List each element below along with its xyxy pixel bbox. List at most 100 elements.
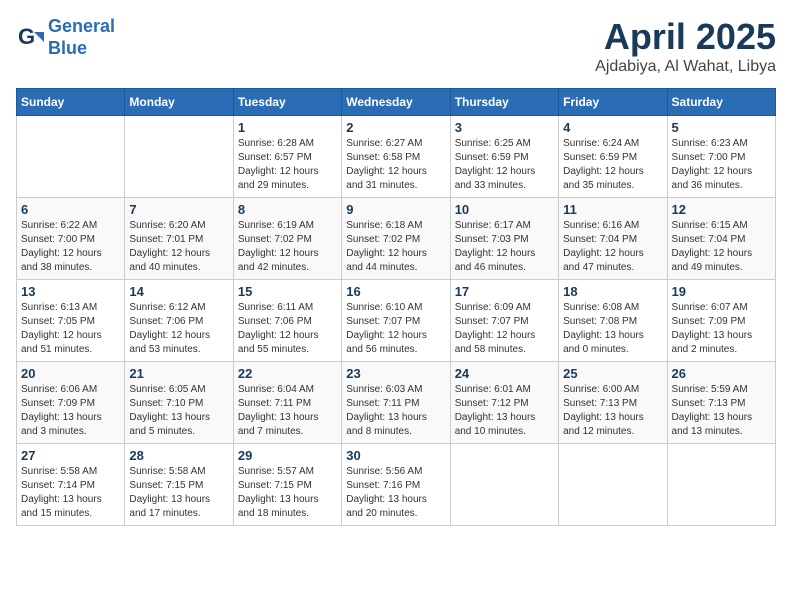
- day-info: Sunrise: 5:58 AM Sunset: 7:15 PM Dayligh…: [129, 465, 228, 521]
- day-info: Sunrise: 6:05 AM Sunset: 7:10 PM Dayligh…: [129, 383, 228, 439]
- location-title: Ajdabiya, Al Wahat, Libya: [595, 58, 776, 76]
- day-number: 20: [21, 366, 120, 381]
- header-row: Sunday Monday Tuesday Wednesday Thursday…: [17, 89, 776, 116]
- day-info: Sunrise: 6:28 AM Sunset: 6:57 PM Dayligh…: [238, 137, 337, 193]
- day-info: Sunrise: 6:04 AM Sunset: 7:11 PM Dayligh…: [238, 383, 337, 439]
- day-number: 4: [563, 120, 662, 135]
- calendar-cell: [450, 444, 558, 526]
- day-number: 10: [455, 202, 554, 217]
- logo-text: General Blue: [48, 16, 115, 59]
- calendar-cell: 29 Sunrise: 5:57 AM Sunset: 7:15 PM Dayli…: [233, 444, 341, 526]
- calendar-cell: [125, 116, 233, 198]
- day-number: 17: [455, 284, 554, 299]
- day-number: 8: [238, 202, 337, 217]
- header-sunday: Sunday: [17, 89, 125, 116]
- day-info: Sunrise: 6:19 AM Sunset: 7:02 PM Dayligh…: [238, 219, 337, 275]
- calendar-cell: 1 Sunrise: 6:28 AM Sunset: 6:57 PM Daylig…: [233, 116, 341, 198]
- day-info: Sunrise: 6:11 AM Sunset: 7:06 PM Dayligh…: [238, 301, 337, 357]
- calendar-cell: 18Sunrise: 6:08 AM Sunset: 7:08 PM Dayli…: [559, 280, 667, 362]
- calendar-cell: 20 Sunrise: 6:06 AM Sunset: 7:09 PM Dayli…: [17, 362, 125, 444]
- day-info: Sunrise: 6:24 AM Sunset: 6:59 PM Dayligh…: [563, 137, 662, 193]
- header-thursday: Thursday: [450, 89, 558, 116]
- calendar-cell: 17 Sunrise: 6:09 AM Sunset: 7:07 PM Dayli…: [450, 280, 558, 362]
- day-info: Sunrise: 6:12 AM Sunset: 7:06 PM Dayligh…: [129, 301, 228, 357]
- day-number: 19: [672, 284, 771, 299]
- day-number: 25: [563, 366, 662, 381]
- calendar-cell: 4 Sunrise: 6:24 AM Sunset: 6:59 PM Daylig…: [559, 116, 667, 198]
- calendar-cell: 6 Sunrise: 6:22 AM Sunset: 7:00 PM Daylig…: [17, 198, 125, 280]
- calendar-cell: [667, 444, 775, 526]
- day-info: Sunrise: 6:16 AM Sunset: 7:04 PM Dayligh…: [563, 219, 662, 275]
- month-title: April 2025: [595, 16, 776, 58]
- day-number: 29: [238, 448, 337, 463]
- header-wednesday: Wednesday: [342, 89, 450, 116]
- day-info: Sunrise: 6:23 AM Sunset: 7:00 PM Dayligh…: [672, 137, 771, 193]
- day-number: 28: [129, 448, 228, 463]
- calendar-cell: 7Sunrise: 6:20 AM Sunset: 7:01 PM Daylig…: [125, 198, 233, 280]
- calendar-cell: 12Sunrise: 6:15 AM Sunset: 7:04 PM Dayli…: [667, 198, 775, 280]
- day-info: Sunrise: 5:58 AM Sunset: 7:14 PM Dayligh…: [21, 465, 120, 521]
- day-number: 27: [21, 448, 120, 463]
- day-number: 5: [672, 120, 771, 135]
- calendar-week-3: 13 Sunrise: 6:13 AM Sunset: 7:05 PM Dayli…: [17, 280, 776, 362]
- logo: G General Blue: [16, 16, 115, 59]
- calendar-cell: 2Sunrise: 6:27 AM Sunset: 6:58 PM Daylig…: [342, 116, 450, 198]
- day-number: 6: [21, 202, 120, 217]
- day-number: 30: [346, 448, 445, 463]
- day-info: Sunrise: 6:20 AM Sunset: 7:01 PM Dayligh…: [129, 219, 228, 275]
- calendar-cell: 23Sunrise: 6:03 AM Sunset: 7:11 PM Dayli…: [342, 362, 450, 444]
- header-monday: Monday: [125, 89, 233, 116]
- calendar-cell: 24 Sunrise: 6:01 AM Sunset: 7:12 PM Dayli…: [450, 362, 558, 444]
- day-info: Sunrise: 6:15 AM Sunset: 7:04 PM Dayligh…: [672, 219, 771, 275]
- calendar-cell: 10 Sunrise: 6:17 AM Sunset: 7:03 PM Dayli…: [450, 198, 558, 280]
- calendar-week-5: 27 Sunrise: 5:58 AM Sunset: 7:14 PM Dayli…: [17, 444, 776, 526]
- logo-icon: G: [16, 24, 44, 52]
- day-info: Sunrise: 6:17 AM Sunset: 7:03 PM Dayligh…: [455, 219, 554, 275]
- calendar-cell: 28 Sunrise: 5:58 AM Sunset: 7:15 PM Dayli…: [125, 444, 233, 526]
- calendar-cell: 9Sunrise: 6:18 AM Sunset: 7:02 PM Daylig…: [342, 198, 450, 280]
- day-info: Sunrise: 6:25 AM Sunset: 6:59 PM Dayligh…: [455, 137, 554, 193]
- header: G General Blue April 2025 Ajdabiya, Al W…: [16, 16, 776, 76]
- day-number: 15: [238, 284, 337, 299]
- header-tuesday: Tuesday: [233, 89, 341, 116]
- day-info: Sunrise: 6:07 AM Sunset: 7:09 PM Dayligh…: [672, 301, 771, 357]
- calendar-cell: 26Sunrise: 5:59 AM Sunset: 7:13 PM Dayli…: [667, 362, 775, 444]
- day-number: 26: [672, 366, 771, 381]
- calendar-cell: 19 Sunrise: 6:07 AM Sunset: 7:09 PM Dayli…: [667, 280, 775, 362]
- calendar-cell: 30 Sunrise: 5:56 AM Sunset: 7:16 PM Dayli…: [342, 444, 450, 526]
- header-saturday: Saturday: [667, 89, 775, 116]
- day-number: 11: [563, 202, 662, 217]
- day-info: Sunrise: 5:56 AM Sunset: 7:16 PM Dayligh…: [346, 465, 445, 521]
- calendar-cell: 15 Sunrise: 6:11 AM Sunset: 7:06 PM Dayli…: [233, 280, 341, 362]
- day-info: Sunrise: 6:13 AM Sunset: 7:05 PM Dayligh…: [21, 301, 120, 357]
- day-info: Sunrise: 6:09 AM Sunset: 7:07 PM Dayligh…: [455, 301, 554, 357]
- day-number: 2: [346, 120, 445, 135]
- calendar-week-1: 1 Sunrise: 6:28 AM Sunset: 6:57 PM Daylig…: [17, 116, 776, 198]
- day-number: 22: [238, 366, 337, 381]
- day-info: Sunrise: 6:22 AM Sunset: 7:00 PM Dayligh…: [21, 219, 120, 275]
- day-number: 14: [129, 284, 228, 299]
- calendar-cell: 25 Sunrise: 6:00 AM Sunset: 7:13 PM Dayli…: [559, 362, 667, 444]
- day-number: 3: [455, 120, 554, 135]
- calendar-cell: 8 Sunrise: 6:19 AM Sunset: 7:02 PM Daylig…: [233, 198, 341, 280]
- day-number: 24: [455, 366, 554, 381]
- day-info: Sunrise: 6:01 AM Sunset: 7:12 PM Dayligh…: [455, 383, 554, 439]
- day-info: Sunrise: 6:00 AM Sunset: 7:13 PM Dayligh…: [563, 383, 662, 439]
- day-number: 16: [346, 284, 445, 299]
- calendar-cell: [559, 444, 667, 526]
- day-number: 23: [346, 366, 445, 381]
- calendar-week-2: 6 Sunrise: 6:22 AM Sunset: 7:00 PM Daylig…: [17, 198, 776, 280]
- day-info: Sunrise: 6:06 AM Sunset: 7:09 PM Dayligh…: [21, 383, 120, 439]
- svg-text:G: G: [18, 24, 35, 49]
- calendar-cell: 11 Sunrise: 6:16 AM Sunset: 7:04 PM Dayli…: [559, 198, 667, 280]
- calendar-cell: 27 Sunrise: 5:58 AM Sunset: 7:14 PM Dayli…: [17, 444, 125, 526]
- day-number: 1: [238, 120, 337, 135]
- day-info: Sunrise: 5:57 AM Sunset: 7:15 PM Dayligh…: [238, 465, 337, 521]
- calendar-table: Sunday Monday Tuesday Wednesday Thursday…: [16, 88, 776, 526]
- calendar-cell: 5 Sunrise: 6:23 AM Sunset: 7:00 PM Daylig…: [667, 116, 775, 198]
- calendar-cell: 14 Sunrise: 6:12 AM Sunset: 7:06 PM Dayli…: [125, 280, 233, 362]
- day-info: Sunrise: 6:10 AM Sunset: 7:07 PM Dayligh…: [346, 301, 445, 357]
- day-number: 13: [21, 284, 120, 299]
- calendar-cell: 16 Sunrise: 6:10 AM Sunset: 7:07 PM Dayli…: [342, 280, 450, 362]
- header-friday: Friday: [559, 89, 667, 116]
